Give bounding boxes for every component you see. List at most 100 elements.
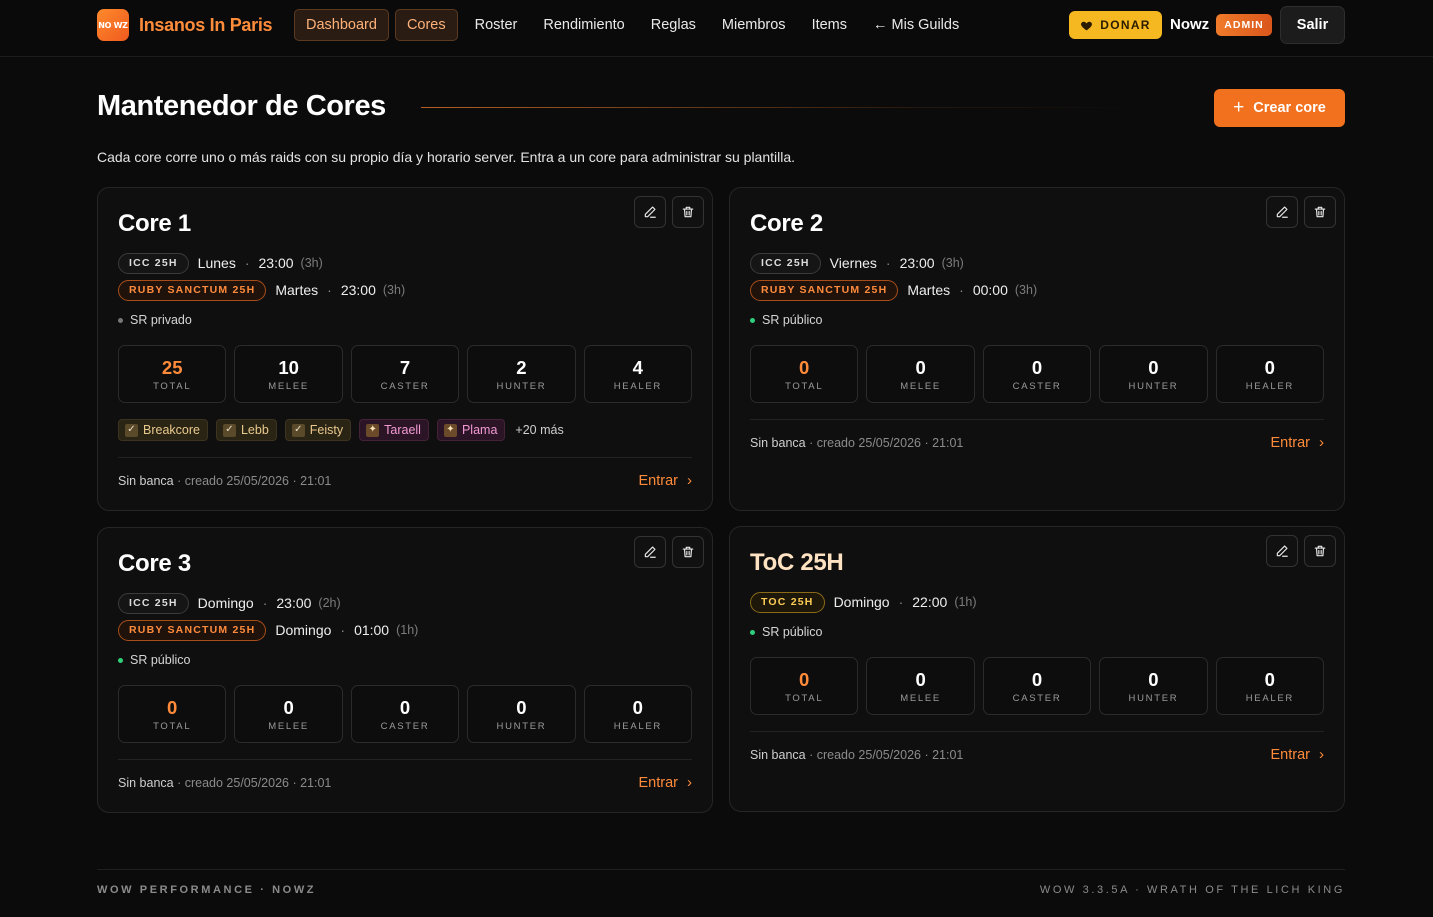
nav-items[interactable]: Items: [801, 9, 858, 41]
pencil-icon: [1276, 206, 1288, 218]
stat-melee: 10 MELEE: [234, 345, 343, 403]
card-footer: Sin banca · creado 25/05/2026 · 21:01 En…: [118, 457, 692, 501]
nav-mis-guilds[interactable]: ← Mis Guilds: [862, 9, 970, 41]
nav-roster[interactable]: Roster: [464, 9, 529, 41]
sr-label: SR público: [762, 625, 823, 639]
enter-core-link[interactable]: Entrar ›: [639, 472, 693, 489]
raid-time: 23:00: [899, 255, 935, 271]
edit-core-button[interactable]: [1266, 535, 1298, 567]
stat-melee: 0 MELEE: [866, 657, 975, 715]
member-chip[interactable]: ✓ Lebb: [215, 419, 277, 441]
role-stats: 25 TOTAL 10 MELEE 7 CASTER 2 HUNTER 4 HEALER: [118, 345, 693, 403]
role-stats: 0 TOTAL 0 MELEE 0 CASTER 0 HUNTER 0 HEALER: [118, 685, 693, 743]
raid-tag: ICC 25H: [750, 252, 821, 274]
raid-day: Domingo: [833, 594, 890, 610]
stat-hunter: 0 HUNTER: [1099, 657, 1208, 715]
status-dot: [750, 629, 755, 635]
edit-core-button[interactable]: [634, 196, 666, 228]
stat-healer: 0 HEALER: [1215, 345, 1325, 403]
sr-status: SR privado: [118, 313, 192, 327]
raid-day: Domingo: [197, 595, 254, 611]
stat-melee: 0 MELEE: [234, 685, 343, 743]
member-chip[interactable]: ✓ Breakcore: [118, 419, 208, 441]
delete-core-button[interactable]: [672, 196, 704, 228]
trash-icon: [1314, 206, 1326, 218]
create-core-button[interactable]: + Crear core: [1214, 89, 1345, 127]
raid-duration: (3h): [1014, 283, 1038, 297]
raid-duration: (1h): [954, 595, 977, 609]
trash-icon: [1314, 545, 1326, 557]
nav-miembros[interactable]: Miembros: [711, 9, 797, 41]
core-card: Core 2 ICC 25H Viernes · 23:00 (3h) RUBY…: [729, 187, 1345, 511]
user-name: Nowz: [1170, 16, 1210, 33]
nav-reglas[interactable]: Reglas: [640, 9, 707, 41]
member-chip[interactable]: ✦ Plama: [436, 419, 506, 441]
nav-dashboard[interactable]: Dashboard: [294, 9, 389, 41]
donate-button[interactable]: DONAR: [1069, 11, 1162, 39]
enter-core-link[interactable]: Entrar ›: [1271, 434, 1325, 451]
stat-caster: 0 CASTER: [982, 345, 1092, 403]
brand[interactable]: NO WZ Insanos In Paris: [97, 9, 273, 41]
core-name: Core 2: [750, 210, 823, 237]
enter-core-link[interactable]: Entrar ›: [639, 774, 693, 791]
raid-duration: (2h): [318, 596, 341, 610]
raid-schedule: ICC 25H Domingo · 23:00 (2h): [118, 592, 341, 614]
raid-tag: RUBY SANCTUM 25H: [750, 279, 899, 301]
top-navbar: NO WZ Insanos In Paris Dashboard Cores R…: [0, 0, 1433, 57]
raid-duration: (3h): [941, 256, 964, 270]
core-meta: Sin banca · creado 25/05/2026 · 21:01: [118, 775, 332, 790]
logout-button[interactable]: Salir: [1280, 6, 1345, 44]
stat-total: 0 TOTAL: [750, 657, 859, 715]
brand-logo: NO WZ: [97, 9, 129, 41]
core-meta: Sin banca · creado 25/05/2026 · 21:01: [750, 747, 964, 762]
stat-hunter: 0 HUNTER: [467, 685, 576, 743]
chevron-right-icon: ›: [1319, 746, 1324, 763]
member-chip[interactable]: ✓ Feisty: [284, 419, 352, 441]
edit-core-button[interactable]: [1266, 196, 1298, 228]
raid-schedule: ICC 25H Viernes · 23:00 (3h): [750, 252, 964, 274]
stat-healer: 4 HEALER: [583, 345, 693, 403]
nav-rendimiento[interactable]: Rendimiento: [532, 9, 635, 41]
raid-day: Lunes: [197, 255, 236, 271]
raid-time: 23:00: [276, 595, 312, 611]
raid-tag: RUBY SANCTUM 25H: [118, 279, 267, 301]
sr-status: SR público: [750, 313, 822, 327]
page-subtitle: Cada core corre uno o más raids con su p…: [97, 149, 796, 165]
card-footer: Sin banca · creado 25/05/2026 · 21:01 En…: [750, 731, 1324, 775]
raid-time: 23:00: [258, 255, 294, 271]
core-name: Core 3: [118, 550, 191, 577]
core-name: Core 1: [118, 210, 191, 237]
raid-tag: TOC 25H: [750, 591, 825, 613]
nav-cores[interactable]: Cores: [394, 9, 458, 41]
role-badge: ADMIN: [1216, 14, 1272, 36]
chevron-right-icon: ›: [687, 472, 692, 489]
sr-label: SR público: [762, 313, 823, 327]
core-card: ToC 25H TOC 25H Domingo · 22:00 (1h) SR …: [729, 526, 1345, 812]
page-title: Mantenedor de Cores: [97, 90, 386, 122]
raid-duration: (1h): [396, 623, 419, 637]
status-dot: [118, 317, 123, 323]
donate-label: DONAR: [1100, 18, 1151, 32]
edit-core-button[interactable]: [634, 536, 666, 568]
create-core-label: Crear core: [1253, 100, 1326, 116]
pencil-icon: [644, 546, 656, 558]
member-chip[interactable]: ✦ Taraell: [359, 419, 429, 441]
delete-core-button[interactable]: [1304, 196, 1336, 228]
role-stats: 0 TOTAL 0 MELEE 0 CASTER 0 HUNTER 0 HEALER: [750, 345, 1325, 403]
delete-core-button[interactable]: [672, 536, 704, 568]
enter-core-link[interactable]: Entrar ›: [1271, 746, 1325, 763]
more-members: +20 más: [515, 423, 564, 437]
core-meta: Sin banca · creado 25/05/2026 · 21:01: [750, 435, 964, 450]
stat-caster: 7 CASTER: [350, 345, 460, 403]
raid-time: 23:00: [340, 282, 376, 298]
title-divider: [421, 107, 1141, 108]
status-dot: [118, 657, 123, 663]
role-stats: 0 TOTAL 0 MELEE 0 CASTER 0 HUNTER 0 HEALER: [750, 657, 1325, 715]
raid-duration: (3h): [300, 256, 323, 270]
raid-schedule: ICC 25H Lunes · 23:00 (3h): [118, 252, 323, 274]
raid-day: Martes: [907, 282, 951, 298]
raid-time: 22:00: [912, 594, 948, 610]
pencil-icon: [1276, 545, 1288, 557]
raid-schedule: RUBY SANCTUM 25H Domingo · 01:00 (1h): [118, 619, 418, 641]
delete-core-button[interactable]: [1304, 535, 1336, 567]
